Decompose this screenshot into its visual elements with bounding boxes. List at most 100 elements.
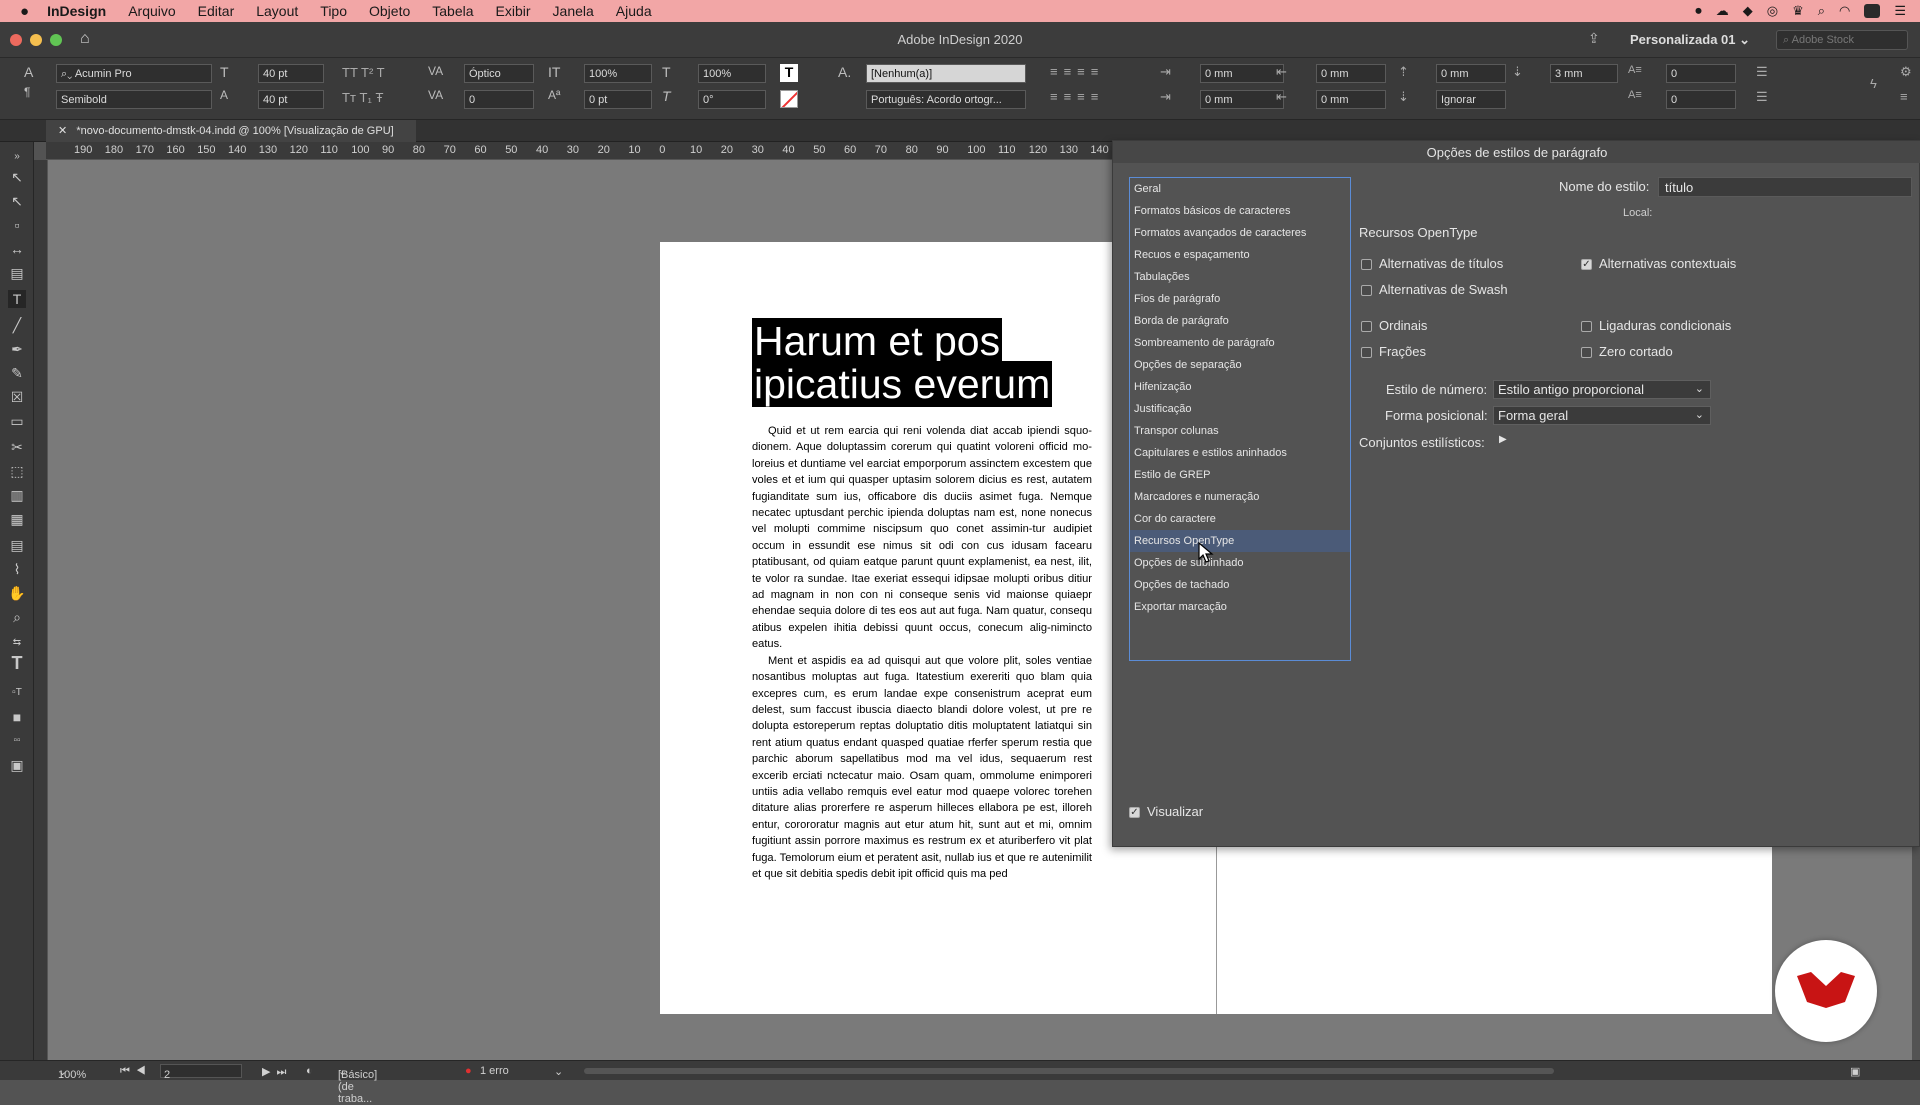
workspace-switcher[interactable]: Personalizada 01 ⌄ [1630, 32, 1750, 48]
fill-stroke-icon[interactable]: T [8, 654, 26, 672]
category-item[interactable]: Formatos básicos de caracteres [1130, 200, 1350, 222]
skew-field[interactable]: 0° [698, 90, 766, 109]
rectangle-tool-icon[interactable]: ▭ [8, 412, 26, 430]
space-after-field[interactable]: 3 mm [1550, 64, 1618, 83]
pencil-tool-icon[interactable]: ✎ [8, 364, 26, 382]
all-caps-icon[interactable]: TT T² T [342, 65, 385, 80]
tracking-field[interactable]: 0 [464, 90, 534, 109]
cloud-icon[interactable]: ☁ [1716, 3, 1729, 19]
ordinals-checkbox[interactable] [1361, 321, 1372, 332]
horizontal-scrollbar[interactable] [584, 1068, 1554, 1074]
font-family-field[interactable]: ⌕⌄ Acumin Pro [56, 64, 212, 83]
number-style-select[interactable]: Estilo antigo proporcional ⌄ [1493, 380, 1711, 399]
screen-mode-icon[interactable]: ▣ [8, 756, 26, 774]
line-tool-icon[interactable]: ╱ [8, 316, 26, 334]
dropbox-icon[interactable]: ◆ [1743, 3, 1753, 19]
document-page-right[interactable] [1216, 820, 1772, 1014]
open-page-icon[interactable]: ◐ [306, 1065, 313, 1077]
apple-icon[interactable]: ● [20, 3, 29, 20]
baseline-shift-field[interactable]: 0 pt [584, 90, 652, 109]
contextual-alternates-checkbox[interactable]: ✓ [1581, 259, 1592, 270]
small-caps-icon[interactable]: Tт T₁ Ŧ [342, 90, 383, 105]
error-count[interactable]: 1 erro [480, 1065, 509, 1077]
right-indent-field[interactable]: 0 mm [1316, 64, 1386, 83]
gradient-feather-icon[interactable]: ▦ [8, 510, 26, 528]
grid-align-field[interactable]: Ignorar [1436, 90, 1506, 109]
stock-search-input[interactable]: ⌕ Adobe Stock [1776, 30, 1908, 50]
menu-arquivo[interactable]: Arquivo [128, 3, 175, 19]
bullets-icon[interactable]: ☰ [1756, 64, 1768, 80]
category-item[interactable]: Estilo de GREP [1130, 464, 1350, 486]
share-icon[interactable]: ⇪ [1588, 30, 1600, 47]
crown-icon[interactable]: ♛ [1792, 3, 1804, 19]
horizontal-ruler[interactable]: 190 180 170 160 150 140 130 120 110 100 90 80 70 60 50… [46, 142, 1112, 160]
menu-app[interactable]: InDesign [47, 3, 106, 19]
record-icon[interactable]: ⏺ [1695, 3, 1702, 19]
align-left-icon[interactable]: ≡≡≡≡ [1050, 64, 1104, 79]
menu-tabela[interactable]: Tabela [432, 3, 473, 19]
preview-checkbox[interactable]: ✓ [1129, 807, 1140, 818]
category-item[interactable]: Justificação [1130, 398, 1350, 420]
category-item[interactable]: Opções de separação [1130, 354, 1350, 376]
category-item[interactable]: Marcadores e numeração [1130, 486, 1350, 508]
left-indent-field[interactable]: 0 mm [1200, 64, 1284, 83]
category-item[interactable]: Opções de tachado [1130, 574, 1350, 596]
panel-menu-icon[interactable]: ≡ [1900, 89, 1908, 104]
numbering-icon[interactable]: ☰ [1756, 89, 1768, 105]
font-style-field[interactable]: Semibold [56, 90, 212, 109]
page-tool-icon[interactable]: ▫ [8, 216, 26, 234]
hand-tool-icon[interactable]: ✋ [8, 584, 26, 602]
category-item[interactable]: Borda de parágrafo [1130, 310, 1350, 332]
dropcap-chars-field[interactable]: 0 [1666, 90, 1736, 109]
direct-selection-tool-icon[interactable]: ↖ [8, 192, 26, 210]
leading-field[interactable]: 40 pt [258, 90, 324, 109]
character-mode-icon[interactable]: A [24, 64, 33, 80]
fill-text-icon[interactable]: T [780, 64, 798, 82]
category-item[interactable]: Tabulações [1130, 266, 1350, 288]
preflight-profile[interactable]: [Básico] (de traba... ⌄ [338, 1065, 377, 1105]
category-item[interactable]: Formatos avançados de caracteres [1130, 222, 1350, 244]
default-colors-icon[interactable]: ⇆ [8, 634, 26, 652]
dialog-title[interactable]: Opções de estilos de parágrafo [1113, 141, 1920, 163]
last-indent-field[interactable]: 0 mm [1316, 90, 1386, 109]
category-item-selected[interactable]: Recursos OpenType [1130, 530, 1350, 552]
fractions-checkbox[interactable] [1361, 347, 1372, 358]
layout-toggle-icon[interactable]: ▣ [1850, 1065, 1860, 1078]
zoom-tool-icon[interactable]: ⌕ [8, 608, 26, 626]
gradient-tool-icon[interactable]: ▥ [8, 486, 26, 504]
control-center-icon[interactable]: ☰ [1894, 3, 1906, 19]
swash-checkbox[interactable] [1361, 285, 1372, 296]
rectangle-frame-tool-icon[interactable]: ☒ [8, 388, 26, 406]
eyedropper-tool-icon[interactable]: ⌇ [8, 560, 26, 578]
positional-form-select[interactable]: Forma geral ⌄ [1493, 406, 1711, 425]
menu-janela[interactable]: Janela [553, 3, 594, 19]
scissors-tool-icon[interactable]: ✂ [8, 438, 26, 456]
pen-tool-icon[interactable]: ✒ [8, 340, 26, 358]
style-name-input[interactable]: título [1658, 177, 1912, 197]
gear-icon[interactable]: ⚙ [1900, 64, 1912, 80]
view-mode-icon[interactable]: ▫▫ [8, 732, 26, 750]
category-item[interactable]: Geral [1130, 178, 1350, 200]
body-text-frame[interactable]: Quid et ut rem earcia qui reni volenda d… [752, 423, 1092, 882]
category-item[interactable]: Transpor colunas [1130, 420, 1350, 442]
chevron-down-icon[interactable]: ⌄ [554, 1065, 563, 1078]
menu-exibir[interactable]: Exibir [496, 3, 531, 19]
next-page-icon[interactable]: ▶⏭ [262, 1065, 292, 1079]
document-tab[interactable]: ✕ *novo-documento-dmstk-04.indd @ 100% [… [46, 120, 416, 142]
selection-tool-icon[interactable]: ↖ [8, 168, 26, 186]
lightning-icon[interactable]: ϟ [1870, 76, 1877, 91]
font-size-field[interactable]: 40 pt [258, 64, 324, 83]
close-tab-icon[interactable]: ✕ [58, 125, 67, 137]
category-item[interactable]: Hifenização [1130, 376, 1350, 398]
page-number-field[interactable]: 2 [160, 1064, 242, 1081]
first-indent-field[interactable]: 0 mm [1200, 90, 1284, 109]
menu-layout[interactable]: Layout [256, 3, 298, 19]
note-tool-icon[interactable]: ▤ [8, 536, 26, 554]
expand-triangle-icon[interactable]: ▶ [1499, 434, 1507, 445]
headline-text-frame[interactable]: Harum et pos ipicatius everum [752, 318, 1072, 407]
category-item[interactable]: Fios de parágrafo [1130, 288, 1350, 310]
justify-icon[interactable]: ≡≡≡≡ [1050, 89, 1104, 104]
collapse-icon[interactable]: » [8, 148, 26, 166]
free-transform-tool-icon[interactable]: ⬚ [8, 462, 26, 480]
category-item[interactable]: Exportar marcação [1130, 596, 1350, 618]
